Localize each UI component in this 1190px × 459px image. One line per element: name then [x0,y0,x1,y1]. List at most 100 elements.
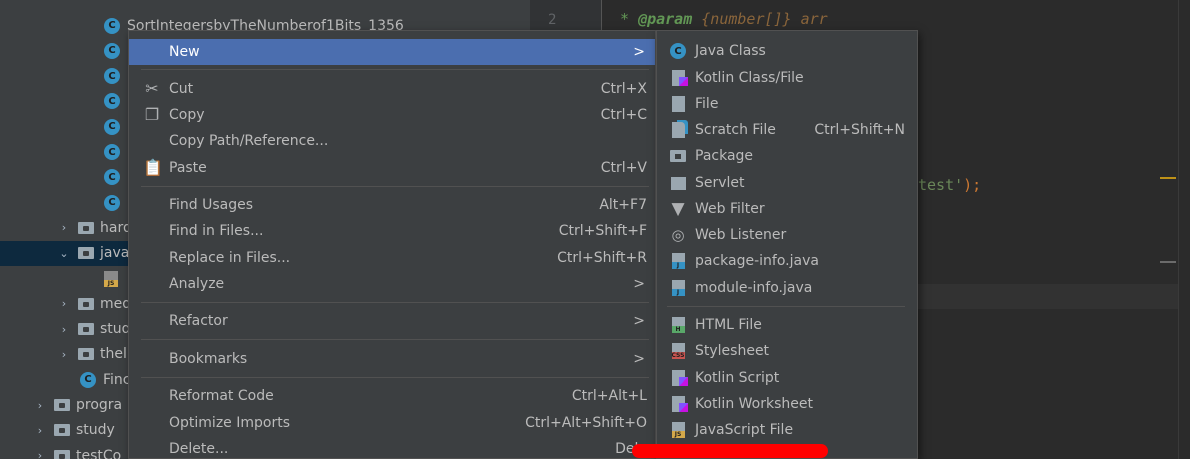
tree-row-label: thel [100,346,127,363]
java-class-icon: C [80,371,96,388]
scissors-icon: ✂ [145,79,159,98]
submenu-item-package[interactable]: Package [657,143,917,169]
menu-item-label: Analyze [169,276,225,292]
menu-item-reformat-code[interactable]: Reformat Code Ctrl+Alt+L [129,383,655,409]
menu-item-label: Optimize Imports [169,415,290,431]
string-close: ); [963,176,982,194]
shortcut-label: Ctrl+Shift+R [557,250,647,266]
submenu-item-javascript-file[interactable]: JavaScript File [657,417,917,443]
menu-item-new[interactable]: New > [129,39,655,65]
copy-icon: ❐ [144,105,160,124]
java-class-icon: C [104,118,120,135]
submenu-item-servlet[interactable]: Servlet [657,170,917,196]
menu-item-refactor[interactable]: Refactor > [129,308,655,334]
submenu-item-web-listener[interactable]: ◎ Web Listener [657,222,917,248]
java-class-icon: C [104,169,120,186]
separator [141,186,649,187]
menu-item-label: Cut [169,81,194,97]
menu-item-cut[interactable]: ✂ Cut Ctrl+X [129,76,655,102]
chevron-right-icon[interactable]: › [58,221,70,234]
file-icon [669,95,687,113]
shortcut-label: Ctrl+Shift+F [558,223,647,239]
info-marker[interactable] [1160,261,1176,263]
javascript-file-icon: JS [104,270,118,287]
scratch-file-icon [669,121,687,139]
tree-row-label: med [100,295,132,312]
java-class-icon: C [104,93,120,110]
tree-row-label: study [76,422,115,439]
java-class-icon: C [104,17,120,34]
java-class-icon: C [104,42,120,59]
package-icon [669,147,687,165]
submenu-item-label: module-info.java [695,280,813,296]
new-submenu[interactable]: C Java Class Kotlin Class/File File Scra… [656,30,918,459]
menu-item-label: Find in Files... [169,223,264,239]
java-class-icon: C [104,194,120,211]
chevron-right-icon[interactable]: › [34,449,46,459]
filter-icon: ▼ [671,199,685,219]
editor-scrollbar[interactable] [1178,0,1190,459]
folder-icon [78,348,94,361]
folder-icon [78,297,94,310]
menu-item-find-usages[interactable]: Find Usages Alt+F7 [129,192,655,218]
string-fragment: test' [918,176,964,194]
submenu-item-scratch-file[interactable]: Scratch File Ctrl+Shift+N [657,117,917,143]
shortcut-label: Ctrl+C [600,107,647,123]
param-tag: @param [638,10,693,28]
line-number: 2 [548,12,557,28]
tree-row-label: progra [76,397,123,413]
tree-row-label: java [100,245,130,262]
menu-item-delete[interactable]: Delete... Dele [129,436,655,459]
separator [141,339,649,340]
menu-item-paste[interactable]: 📋 Paste Ctrl+V [129,155,655,181]
menu-item-replace-in-files[interactable]: Replace in Files... Ctrl+Shift+R [129,245,655,271]
menu-item-label: Delete... [169,441,229,457]
menu-item-bookmarks[interactable]: Bookmarks > [129,346,655,372]
menu-item-label: Find Usages [169,197,254,213]
menu-item-copy-path[interactable]: Copy Path/Reference... [129,128,655,154]
submenu-item-java-class[interactable]: C Java Class [657,38,917,64]
submenu-item-label: Kotlin Worksheet [695,396,813,412]
menu-item-label: New [169,44,200,60]
submenu-item-html-file[interactable]: HTML File [657,312,917,338]
submenu-item-label: HTML File [695,317,762,333]
submenu-item-module-info[interactable]: module-info.java [657,275,917,301]
submenu-item-file[interactable]: File [657,91,917,117]
kotlin-script-icon [669,369,688,387]
clipboard-icon: 📋 [143,158,163,177]
menu-item-copy[interactable]: ❐ Copy Ctrl+C [129,102,655,128]
context-menu[interactable]: New > ✂ Cut Ctrl+X ❐ Copy Ctrl+C Copy Pa… [128,30,656,459]
submenu-item-label: Kotlin Script [695,370,780,386]
annotation-underline [632,444,828,458]
submenu-item-label: Servlet [695,175,745,191]
submenu-item-label: File [695,96,719,112]
chevron-right-icon[interactable]: › [58,348,70,361]
java-class-icon: C [104,68,120,85]
chevron-right-icon[interactable]: › [58,297,70,310]
chevron-right-icon[interactable]: › [34,424,46,437]
submenu-item-web-filter[interactable]: ▼ Web Filter [657,196,917,222]
comment-star: * [620,10,630,28]
chevron-down-icon[interactable]: ⌄ [58,247,70,260]
menu-item-find-in-files[interactable]: Find in Files... Ctrl+Shift+F [129,218,655,244]
submenu-item-kotlin-script[interactable]: Kotlin Script [657,365,917,391]
submenu-item-stylesheet[interactable]: Stylesheet [657,338,917,364]
chevron-right-icon[interactable]: › [58,323,70,336]
submenu-item-kotlin-class[interactable]: Kotlin Class/File [657,65,917,91]
folder-icon [78,247,94,260]
param-name: arr [800,10,828,28]
submenu-item-label: Web Listener [695,227,787,243]
tree-row-label: testCo [76,447,122,459]
submenu-item-label: Kotlin Class/File [695,70,804,86]
code-line-string: test'); [918,176,981,194]
param-type: {number[]} [701,10,792,28]
chevron-right-icon: > [633,313,645,329]
html-file-icon [669,316,687,334]
submenu-item-package-info[interactable]: package-info.java [657,248,917,274]
menu-item-analyze[interactable]: Analyze > [129,271,655,297]
java-class-icon: C [669,42,687,60]
warning-marker[interactable] [1160,177,1176,179]
menu-item-optimize-imports[interactable]: Optimize Imports Ctrl+Alt+Shift+O [129,410,655,436]
chevron-right-icon[interactable]: › [34,399,46,412]
submenu-item-kotlin-worksheet[interactable]: Kotlin Worksheet [657,391,917,417]
